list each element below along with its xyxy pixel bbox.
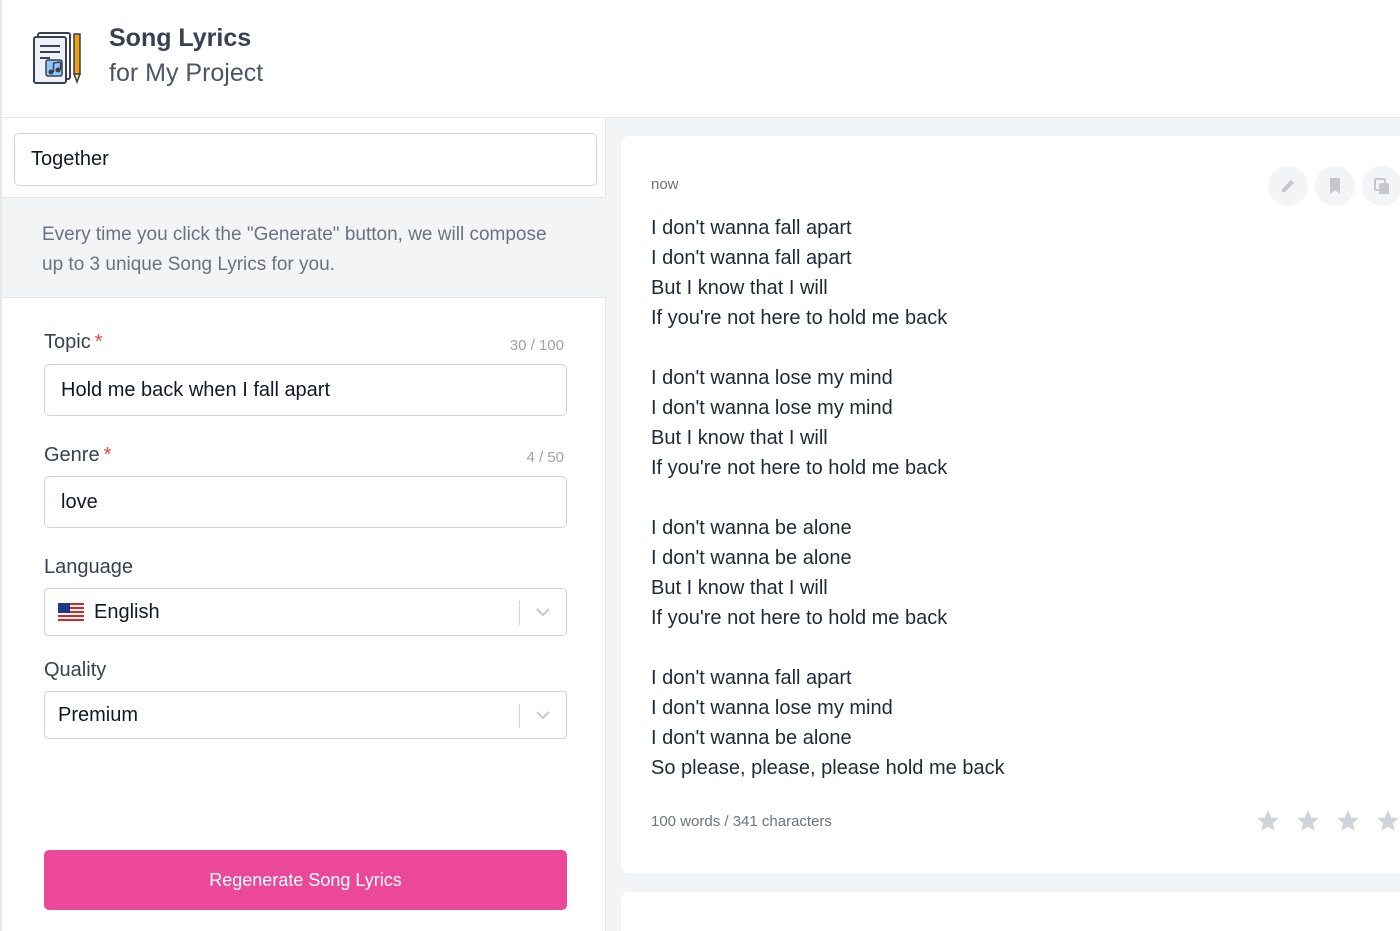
generate-info-text: Every time you click the "Generate" butt… [2, 197, 607, 298]
lyrics-text: I don't wanna fall apart I don't wanna fa… [651, 213, 1351, 783]
lyric-line: If you're not here to hold me back [651, 457, 948, 479]
genre-label: Genre * [44, 444, 111, 467]
chevron-down-icon[interactable] [535, 709, 551, 721]
app-header: Song Lyrics for My Project [0, 0, 1400, 118]
required-marker: * [94, 331, 103, 353]
app-subtitle: for My Project [109, 59, 264, 87]
lyric-line: I don't wanna be alone [651, 517, 852, 539]
star-icon[interactable] [1375, 808, 1400, 834]
lyric-line: If you're not here to hold me back [651, 307, 948, 329]
stanza-gap [651, 633, 1351, 663]
results-area: now I don't wanna fall apart I don't wann… [606, 118, 1400, 931]
star-icon[interactable] [1255, 808, 1281, 834]
language-select[interactable]: English [44, 588, 567, 636]
genre-char-counter: 4 / 50 [526, 449, 564, 466]
topic-char-counter: 30 / 100 [509, 337, 564, 354]
topic-label: Topic * [44, 331, 103, 354]
copy-button[interactable] [1362, 166, 1400, 206]
quality-label: Quality [44, 659, 107, 681]
edit-button[interactable] [1268, 166, 1308, 206]
lyric-line: If you're not here to hold me back [651, 607, 948, 629]
project-name-input[interactable]: Together [14, 133, 597, 186]
topic-label-text: Topic [44, 331, 91, 353]
lyrics-result-card: now I don't wanna fall apart I don't wann… [621, 136, 1400, 873]
lyric-line: I don't wanna fall apart [651, 217, 852, 239]
lyric-line: I don't wanna fall apart [651, 667, 852, 689]
generator-form-panel: Together Every time you click the "Gener… [0, 118, 607, 931]
lyric-line: So please, please, please hold me back [651, 757, 1005, 779]
lyric-line: I don't wanna lose my mind [651, 697, 893, 719]
lyric-line: I don't wanna be alone [651, 547, 852, 569]
select-separator [519, 704, 520, 728]
lyrics-document-icon [33, 32, 82, 85]
lyric-line: I don't wanna lose my mind [651, 397, 893, 419]
bookmark-button[interactable] [1315, 166, 1355, 206]
lyric-line: I don't wanna fall apart [651, 247, 852, 269]
lyrics-result-card [621, 892, 1400, 931]
select-separator [519, 601, 520, 625]
genre-input[interactable]: love [44, 476, 567, 528]
copy-icon [1374, 178, 1389, 194]
stanza-gap [651, 333, 1351, 363]
word-char-count: 100 words / 341 characters [651, 813, 832, 830]
app-title: Song Lyrics [109, 24, 252, 52]
quality-select[interactable]: Premium [44, 691, 567, 739]
result-timestamp: now [651, 176, 679, 193]
required-marker: * [103, 444, 112, 466]
lyric-line: I don't wanna lose my mind [651, 367, 893, 389]
star-icon[interactable] [1335, 808, 1361, 834]
language-select-value: English [94, 600, 160, 623]
us-flag-icon [58, 603, 84, 621]
lyric-line: But I know that I will [651, 577, 828, 599]
quality-select-value: Premium [58, 703, 139, 726]
star-icon[interactable] [1295, 808, 1321, 834]
lyric-line: But I know that I will [651, 277, 828, 299]
lyric-line: I don't wanna be alone [651, 727, 852, 749]
bookmark-icon [1330, 178, 1340, 194]
language-label: Language [44, 556, 133, 578]
chevron-down-icon[interactable] [535, 606, 551, 618]
regenerate-button[interactable]: Regenerate Song Lyrics [44, 850, 567, 910]
genre-label-text: Genre [44, 444, 100, 466]
topic-input[interactable]: Hold me back when I fall apart [44, 364, 567, 416]
edit-icon [1282, 180, 1294, 192]
lyric-line: But I know that I will [651, 427, 828, 449]
stanza-gap [651, 483, 1351, 513]
